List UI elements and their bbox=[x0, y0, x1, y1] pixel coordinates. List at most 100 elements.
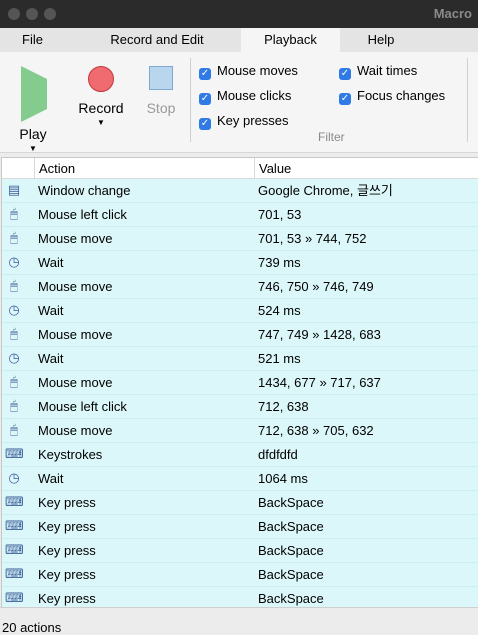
row-value: 712, 638 bbox=[258, 399, 309, 414]
row-value: 1064 ms bbox=[258, 471, 308, 486]
status-bar: 20 actions bbox=[0, 607, 478, 635]
actions-table[interactable]: Action Value ▤ Window change Google Chrome… bbox=[1, 157, 478, 609]
row-value: BackSpace bbox=[258, 519, 324, 534]
keyboard-icon: ⌨ bbox=[5, 590, 24, 605]
table-row[interactable]: ◷ Wait 521 ms bbox=[2, 347, 478, 371]
window-title: Macro bbox=[433, 6, 472, 21]
row-action: Mouse left click bbox=[38, 207, 127, 222]
checkmark-icon: ✓ bbox=[339, 68, 351, 80]
play-button[interactable]: Play ▼ bbox=[8, 62, 58, 153]
table-row[interactable]: 🖱 Mouse left click 712, 638 bbox=[2, 395, 478, 419]
play-label: Play bbox=[19, 126, 47, 142]
row-value: 701, 53 bbox=[258, 207, 302, 222]
row-value: dfdfdfd bbox=[258, 447, 298, 462]
record-label: Record bbox=[78, 100, 124, 116]
table-row[interactable]: ▤ Window change Google Chrome, 글쓰기 bbox=[2, 179, 478, 203]
row-action: Wait bbox=[38, 255, 64, 270]
row-action: Window change bbox=[38, 183, 131, 198]
mouse-clicks-checkbox[interactable]: ✓ Mouse clicks bbox=[199, 87, 291, 105]
keyboard-icon: ⌨ bbox=[5, 566, 24, 581]
mouse-moves-checkbox[interactable]: ✓ Mouse moves bbox=[199, 62, 298, 80]
row-value: 521 ms bbox=[258, 351, 301, 366]
row-value: 747, 749 » 1428, 683 bbox=[258, 327, 381, 342]
row-action: Key press bbox=[38, 591, 96, 606]
checkmark-icon: ✓ bbox=[339, 93, 351, 105]
row-action: Key press bbox=[38, 495, 96, 510]
mouse-icon: 🖱 bbox=[10, 326, 18, 341]
table-row[interactable]: ⌨ Key press BackSpace bbox=[2, 491, 478, 515]
stop-icon bbox=[149, 66, 173, 90]
focus-changes-checkbox[interactable]: ✓ Focus changes bbox=[339, 87, 445, 105]
row-action: Mouse move bbox=[38, 375, 113, 390]
row-value: 739 ms bbox=[258, 255, 301, 270]
table-row[interactable]: 🖱 Mouse move 1434, 677 » 717, 637 bbox=[2, 371, 478, 395]
stop-label: Stop bbox=[146, 100, 176, 116]
mouse-icon: 🖱 bbox=[10, 278, 18, 293]
table-row[interactable]: ⌨ Key press BackSpace bbox=[2, 587, 478, 608]
wait-times-checkbox[interactable]: ✓ Wait times bbox=[339, 62, 417, 80]
column-header-value[interactable]: Value bbox=[254, 158, 478, 178]
table-row[interactable]: ⌨ Keystrokes dfdfdfd bbox=[2, 443, 478, 467]
clock-icon: ◷ bbox=[8, 254, 20, 269]
mouse-icon: 🖱 bbox=[10, 398, 18, 413]
clock-icon: ◷ bbox=[8, 470, 20, 485]
tab-record-and-edit[interactable]: Record and Edit bbox=[98, 28, 216, 52]
filter-group-label: Filter bbox=[318, 130, 345, 144]
keyboard-icon: ⌨ bbox=[5, 542, 24, 557]
table-row[interactable]: ◷ Wait 739 ms bbox=[2, 251, 478, 275]
clock-icon: ◷ bbox=[8, 302, 20, 317]
table-row[interactable]: 🖱 Mouse move 747, 749 » 1428, 683 bbox=[2, 323, 478, 347]
tab-file[interactable]: File bbox=[10, 28, 55, 52]
chevron-down-icon[interactable]: ▼ bbox=[76, 118, 126, 127]
ribbon-separator bbox=[190, 58, 191, 142]
row-value: 746, 750 » 746, 749 bbox=[258, 279, 374, 294]
row-value: BackSpace bbox=[258, 495, 324, 510]
key-presses-checkbox[interactable]: ✓ Key presses bbox=[199, 112, 289, 130]
column-header-action[interactable]: Action bbox=[34, 158, 255, 178]
row-action: Mouse left click bbox=[38, 399, 127, 414]
zoom-window-button[interactable] bbox=[44, 8, 56, 20]
mouse-icon: 🖱 bbox=[10, 230, 18, 245]
table-row[interactable]: 🖱 Mouse move 701, 53 » 744, 752 bbox=[2, 227, 478, 251]
mouse-icon: 🖱 bbox=[10, 374, 18, 389]
table-body: ▤ Window change Google Chrome, 글쓰기 🖱 Mouse l… bbox=[2, 179, 478, 608]
clock-icon: ◷ bbox=[8, 350, 20, 365]
table-row[interactable]: 🖱 Mouse move 746, 750 » 746, 749 bbox=[2, 275, 478, 299]
row-value: BackSpace bbox=[258, 543, 324, 558]
row-action: Key press bbox=[38, 519, 96, 534]
tab-help[interactable]: Help bbox=[355, 28, 407, 52]
play-icon bbox=[21, 66, 77, 122]
table-row[interactable]: ◷ Wait 524 ms bbox=[2, 299, 478, 323]
stop-button[interactable]: Stop bbox=[136, 62, 186, 116]
row-action: Mouse move bbox=[38, 423, 113, 438]
row-value: 712, 638 » 705, 632 bbox=[258, 423, 374, 438]
row-action: Mouse move bbox=[38, 327, 113, 342]
checkmark-icon: ✓ bbox=[199, 68, 211, 80]
table-row[interactable]: ⌨ Key press BackSpace bbox=[2, 539, 478, 563]
table-row[interactable]: ◷ Wait 1064 ms bbox=[2, 467, 478, 491]
window-icon: ▤ bbox=[7, 182, 21, 197]
row-value: 1434, 677 » 717, 637 bbox=[258, 375, 381, 390]
row-action: Key press bbox=[38, 543, 96, 558]
record-icon bbox=[88, 66, 114, 92]
row-value: BackSpace bbox=[258, 567, 324, 582]
close-window-button[interactable] bbox=[8, 8, 20, 20]
row-action: Wait bbox=[38, 303, 64, 318]
checkmark-icon: ✓ bbox=[199, 93, 211, 105]
row-action: Keystrokes bbox=[38, 447, 103, 462]
menu-tabs: File Record and Edit Playback Help bbox=[0, 28, 478, 52]
table-header: Action Value bbox=[2, 158, 478, 179]
chevron-down-icon[interactable]: ▼ bbox=[8, 144, 58, 153]
row-value: Google Chrome, 글쓰기 bbox=[258, 183, 393, 198]
table-row[interactable]: ⌨ Key press BackSpace bbox=[2, 515, 478, 539]
table-row[interactable]: ⌨ Key press BackSpace bbox=[2, 563, 478, 587]
minimize-window-button[interactable] bbox=[26, 8, 38, 20]
record-button[interactable]: Record ▼ bbox=[76, 62, 126, 127]
title-bar: Macro bbox=[0, 0, 478, 28]
keystrokes-icon: ⌨ bbox=[5, 446, 24, 461]
keyboard-icon: ⌨ bbox=[5, 518, 24, 533]
tab-playback[interactable]: Playback bbox=[241, 28, 340, 52]
table-row[interactable]: 🖱 Mouse move 712, 638 » 705, 632 bbox=[2, 419, 478, 443]
table-row[interactable]: 🖱 Mouse left click 701, 53 bbox=[2, 203, 478, 227]
ribbon-separator bbox=[467, 58, 468, 142]
